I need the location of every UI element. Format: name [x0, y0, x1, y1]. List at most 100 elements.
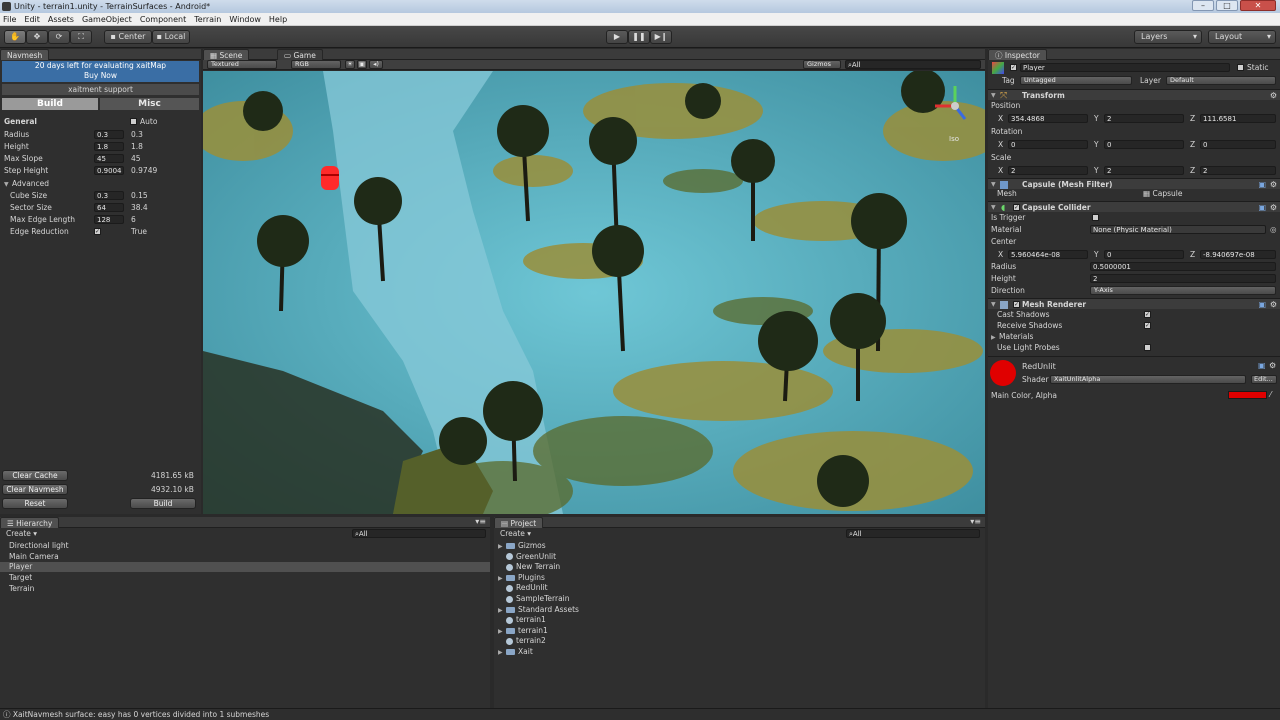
hand-tool-icon[interactable]: ✋	[4, 30, 26, 44]
layout-dropdown[interactable]: Layout ▾	[1208, 30, 1276, 44]
support-button[interactable]: xaitment support	[2, 84, 199, 95]
transform-header[interactable]: ▼ ⤧ Transform ⚙	[988, 89, 1280, 101]
panel-menu-icon[interactable]: ▾≡	[475, 517, 486, 526]
cast-shadows-checkbox[interactable]: ✓	[1144, 311, 1151, 318]
tab-navmesh[interactable]: Navmesh	[0, 49, 50, 60]
project-item[interactable]: GreenUnlit	[498, 552, 556, 562]
rotation-y-field[interactable]: 0	[1104, 140, 1184, 149]
hierarchy-item[interactable]: Directional light	[9, 541, 69, 551]
mesh-value[interactable]: ▦ Capsule	[1143, 188, 1182, 199]
lighting-toggle-icon[interactable]: ☀	[345, 60, 355, 69]
step-height-field[interactable]: 0.9004	[94, 166, 124, 175]
image-toggle-icon[interactable]: ▣	[357, 60, 367, 69]
gear-icon[interactable]: ⚙	[1270, 203, 1277, 212]
light-probes-checkbox[interactable]	[1144, 344, 1151, 351]
collider-enabled-checkbox[interactable]: ✓	[1013, 204, 1020, 211]
hierarchy-item[interactable]: Target	[9, 573, 32, 583]
foldout-right-icon[interactable]: ▶	[498, 606, 506, 616]
gear-icon[interactable]: ⚙	[1270, 91, 1277, 100]
hierarchy-item[interactable]: Main Camera	[9, 552, 59, 562]
pause-button[interactable]: ❚❚	[628, 30, 650, 44]
tag-dropdown[interactable]: Untagged	[1020, 76, 1132, 85]
project-create-dropdown[interactable]: Create ▾	[500, 528, 531, 539]
direction-dropdown[interactable]: Y-Axis	[1090, 286, 1276, 295]
foldout-right-icon[interactable]: ▶	[498, 574, 506, 584]
project-item[interactable]: ▶ Xait	[498, 647, 533, 657]
help-icon[interactable]: ▣	[1258, 300, 1266, 309]
help-icon[interactable]: ▣	[1258, 180, 1266, 189]
foldout-right-icon[interactable]: ▶	[498, 627, 506, 637]
help-icon[interactable]: ▣	[1258, 203, 1266, 212]
project-item[interactable]: ▶ terrain1	[498, 626, 548, 636]
step-button[interactable]: ▶❙	[650, 30, 672, 44]
center-y-field[interactable]: 0	[1104, 250, 1184, 259]
clear-navmesh-button[interactable]: Clear Navmesh	[2, 484, 68, 495]
shader-edit-button[interactable]: Edit...	[1251, 375, 1277, 384]
advanced-foldout[interactable]: ▼ Advanced	[4, 178, 49, 189]
mesh-filter-header[interactable]: ▼ Capsule (Mesh Filter) ▣ ⚙	[988, 178, 1280, 189]
menu-gameobject[interactable]: GameObject	[82, 13, 132, 25]
play-button[interactable]: ▶	[606, 30, 628, 44]
main-color-swatch[interactable]	[1228, 391, 1267, 399]
rotation-z-field[interactable]: 0	[1200, 140, 1276, 149]
menu-assets[interactable]: Assets	[48, 13, 74, 25]
help-icon[interactable]: ▣	[1258, 361, 1266, 370]
height-field[interactable]: 1.8	[94, 142, 124, 151]
project-item[interactable]: ▶ Plugins	[498, 573, 545, 583]
center-x-field[interactable]: 5.960464e-08	[1008, 250, 1088, 259]
scale-tool-icon[interactable]: ⛶	[70, 30, 92, 44]
project-item[interactable]: ▶ Gizmos	[498, 541, 546, 551]
position-x-field[interactable]: 354.4868	[1008, 114, 1088, 123]
render-mode-dropdown[interactable]: Textured	[207, 60, 277, 69]
is-trigger-checkbox[interactable]	[1092, 214, 1099, 221]
layer-dropdown[interactable]: Default	[1166, 76, 1276, 85]
tab-hierarchy[interactable]: ☰ Hierarchy	[0, 517, 60, 528]
collider-height-field[interactable]: 2	[1090, 274, 1276, 283]
auto-checkbox[interactable]	[130, 118, 137, 125]
project-search-input[interactable]: ⌕All	[846, 529, 980, 538]
object-name-field[interactable]: Player	[1020, 63, 1230, 72]
menu-edit[interactable]: Edit	[24, 13, 40, 25]
capsule-collider-header[interactable]: ▼ ◖ ✓ Capsule Collider ▣ ⚙	[988, 201, 1280, 212]
minimize-button[interactable]: –	[1192, 0, 1214, 11]
scale-y-field[interactable]: 2	[1104, 166, 1184, 175]
hierarchy-search-input[interactable]: ⌕All	[352, 529, 486, 538]
layers-dropdown[interactable]: Layers ▾	[1134, 30, 1202, 44]
tab-game[interactable]: ▭ Game	[277, 49, 323, 60]
scene-viewport[interactable]: Iso	[203, 71, 985, 514]
hierarchy-create-dropdown[interactable]: Create ▾	[6, 528, 37, 539]
radius-field[interactable]: 0.3	[94, 130, 124, 139]
build-button[interactable]: Build	[130, 498, 196, 509]
eyedropper-icon[interactable]: ⁄	[1270, 389, 1271, 400]
static-checkbox[interactable]	[1237, 64, 1244, 71]
project-item[interactable]: New Terrain	[498, 562, 560, 572]
hierarchy-item[interactable]: Terrain	[9, 584, 34, 594]
rotate-tool-icon[interactable]: ⟳	[48, 30, 70, 44]
materials-foldout[interactable]: ▶ Materials	[991, 331, 1033, 342]
scale-z-field[interactable]: 2	[1200, 166, 1276, 175]
active-checkbox[interactable]: ✓	[1010, 64, 1017, 71]
max-slope-field[interactable]: 45	[94, 154, 124, 163]
hierarchy-item-selected[interactable]: Player	[9, 562, 32, 572]
menu-help[interactable]: Help	[269, 13, 287, 25]
maximize-button[interactable]: □	[1216, 0, 1238, 11]
pivot-center-toggle[interactable]: ▪ Center	[104, 30, 152, 44]
color-mode-dropdown[interactable]: RGB	[291, 60, 341, 69]
center-z-field[interactable]: -8.940697e-08	[1200, 250, 1276, 259]
menu-file[interactable]: File	[3, 13, 16, 25]
gear-icon[interactable]: ⚙	[1269, 361, 1276, 370]
tab-scene[interactable]: ▦ Scene	[203, 49, 250, 60]
panel-menu-icon[interactable]: ▾≡	[970, 517, 981, 526]
clear-cache-button[interactable]: Clear Cache	[2, 470, 68, 481]
gear-icon[interactable]: ⚙	[1270, 300, 1277, 309]
renderer-enabled-checkbox[interactable]: ✓	[1013, 301, 1020, 308]
close-button[interactable]: ✕	[1240, 0, 1276, 11]
foldout-right-icon[interactable]: ▶	[498, 648, 506, 658]
sector-size-field[interactable]: 64	[94, 203, 124, 212]
mesh-renderer-header[interactable]: ▼ ✓ Mesh Renderer ▣ ⚙	[988, 298, 1280, 309]
menu-component[interactable]: Component	[140, 13, 186, 25]
project-item[interactable]: SampleTerrain	[498, 594, 570, 604]
rotation-x-field[interactable]: 0	[1008, 140, 1088, 149]
position-z-field[interactable]: 111.6581	[1200, 114, 1276, 123]
project-item[interactable]: terrain2	[498, 636, 546, 646]
